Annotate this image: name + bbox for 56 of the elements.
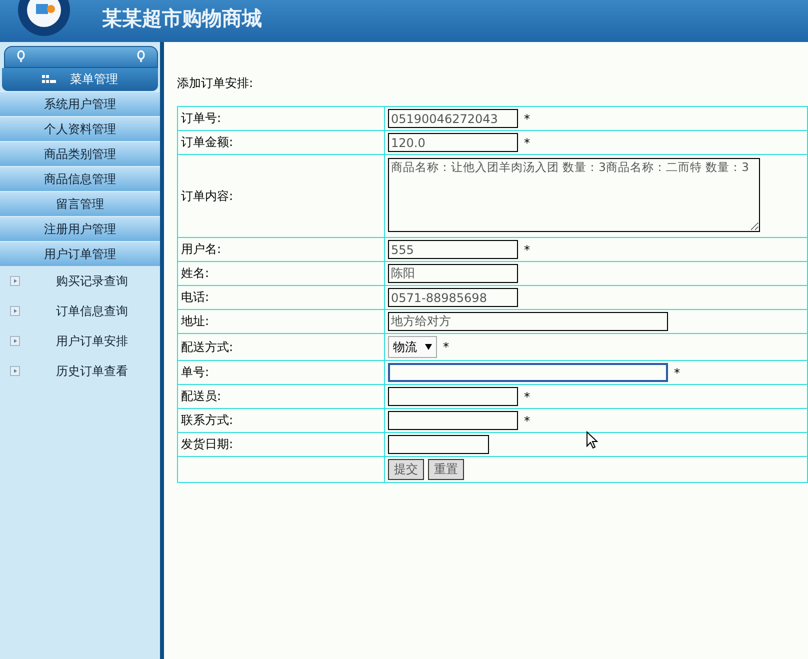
caret-icon	[425, 344, 432, 350]
required-mark: *	[524, 414, 530, 428]
sidebar-item[interactable]: 商品类别管理	[0, 141, 160, 166]
sidebar-item[interactable]: 注册用户管理	[0, 216, 160, 241]
input-field[interactable]: 陈阳	[388, 264, 518, 283]
field-label: 电话:	[181, 290, 210, 304]
submenu-link[interactable]: 订单信息查询	[56, 302, 128, 320]
input-field[interactable]	[388, 387, 518, 406]
sidebar-item[interactable]: 商品信息管理	[0, 166, 160, 191]
menu-title: 菜单管理	[70, 71, 118, 88]
play-icon	[10, 336, 20, 346]
field-label: 订单内容:	[181, 188, 234, 202]
required-mark: *	[674, 366, 680, 380]
form-button[interactable]: 提交	[388, 459, 424, 480]
play-icon	[10, 306, 20, 316]
required-mark: *	[524, 136, 530, 150]
input-field[interactable]	[388, 411, 518, 430]
input-field[interactable]	[388, 435, 489, 454]
field-label: 配送员:	[181, 389, 222, 403]
play-icon	[10, 366, 20, 376]
input-field[interactable]: 555	[388, 240, 518, 259]
sidebar-item[interactable]: 个人资料管理	[0, 116, 160, 141]
sidebar-item[interactable]: 用户订单管理	[0, 241, 160, 266]
submenu-link[interactable]: 历史订单查看	[56, 362, 128, 380]
input-field[interactable]: 地方给对方	[388, 312, 668, 331]
field-label: 联系方式:	[181, 413, 234, 427]
required-mark: *	[524, 390, 530, 404]
field-label: 地址:	[181, 314, 210, 328]
play-icon	[10, 276, 20, 286]
required-mark: *	[443, 340, 449, 354]
ring-icon	[17, 50, 25, 62]
ring-icon	[137, 50, 145, 62]
grid-icon	[42, 75, 56, 84]
sidebar-item[interactable]: 留言管理	[0, 191, 160, 216]
required-mark: *	[524, 242, 530, 256]
field-label: 配送方式:	[181, 340, 234, 354]
cursor-icon	[586, 431, 598, 450]
field-label: 发货日期:	[181, 437, 234, 451]
text-area[interactable]: 商品名称：让他入团羊肉汤入团 数量：3商品名称：二而特 数量：3	[388, 158, 760, 232]
field-label: 单号:	[181, 365, 210, 379]
sidebar-item[interactable]: 系统用户管理	[0, 91, 160, 116]
field-label: 订单号:	[181, 111, 222, 125]
field-label: 订单金额:	[181, 135, 234, 149]
field-label: 姓名:	[181, 266, 210, 280]
site-title: 某某超市购物商城	[102, 4, 262, 32]
input-field[interactable]: 05190046272043	[388, 109, 518, 128]
submenu-link[interactable]: 用户订单安排	[56, 332, 128, 350]
required-mark: *	[524, 112, 530, 126]
submenu-link[interactable]: 购买记录查询	[56, 272, 128, 290]
input-field[interactable]	[388, 363, 668, 382]
field-label: 用户名:	[181, 242, 222, 256]
dropdown[interactable]: 物流	[388, 336, 437, 358]
input-field[interactable]: 120.0	[388, 133, 518, 152]
input-field[interactable]: 0571-88985698	[388, 288, 518, 307]
form-title: 添加订单安排:	[177, 75, 254, 92]
form-button[interactable]: 重置	[428, 459, 464, 480]
